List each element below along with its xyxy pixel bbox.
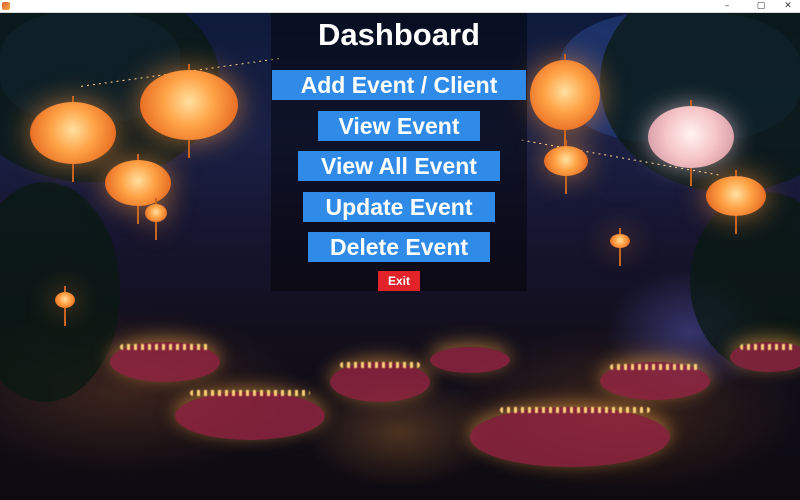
lantern [140, 70, 238, 140]
lantern [544, 146, 588, 176]
app-icon [2, 2, 10, 10]
lantern [706, 176, 766, 216]
candle-lights [610, 364, 700, 370]
update-event-button[interactable]: Update Event [303, 192, 495, 222]
candle-lights [120, 344, 210, 350]
candle-lights [190, 390, 310, 396]
lantern [610, 234, 630, 248]
lantern [55, 292, 75, 308]
lantern [530, 60, 600, 130]
close-icon[interactable]: ✕ [776, 0, 800, 12]
add-event-client-button[interactable]: Add Event / Client [272, 70, 526, 100]
window-title-bar: – ▢ ✕ [0, 0, 800, 13]
maximize-icon[interactable]: ▢ [749, 0, 773, 12]
delete-event-button[interactable]: Delete Event [308, 232, 490, 262]
candle-lights [340, 362, 420, 368]
view-event-button[interactable]: View Event [318, 111, 480, 141]
dining-table [175, 392, 325, 440]
candle-lights [740, 344, 795, 350]
view-all-event-button[interactable]: View All Event [298, 151, 500, 181]
exit-button[interactable]: Exit [378, 271, 420, 291]
dining-table [470, 407, 670, 467]
lantern [105, 160, 171, 206]
page-title: Dashboard [318, 17, 480, 52]
candle-lights [500, 407, 650, 413]
lantern [30, 102, 116, 164]
minimize-icon[interactable]: – [715, 0, 739, 12]
lantern [648, 106, 734, 168]
dining-table [430, 347, 510, 373]
dining-table [330, 362, 430, 402]
lantern [145, 204, 167, 222]
